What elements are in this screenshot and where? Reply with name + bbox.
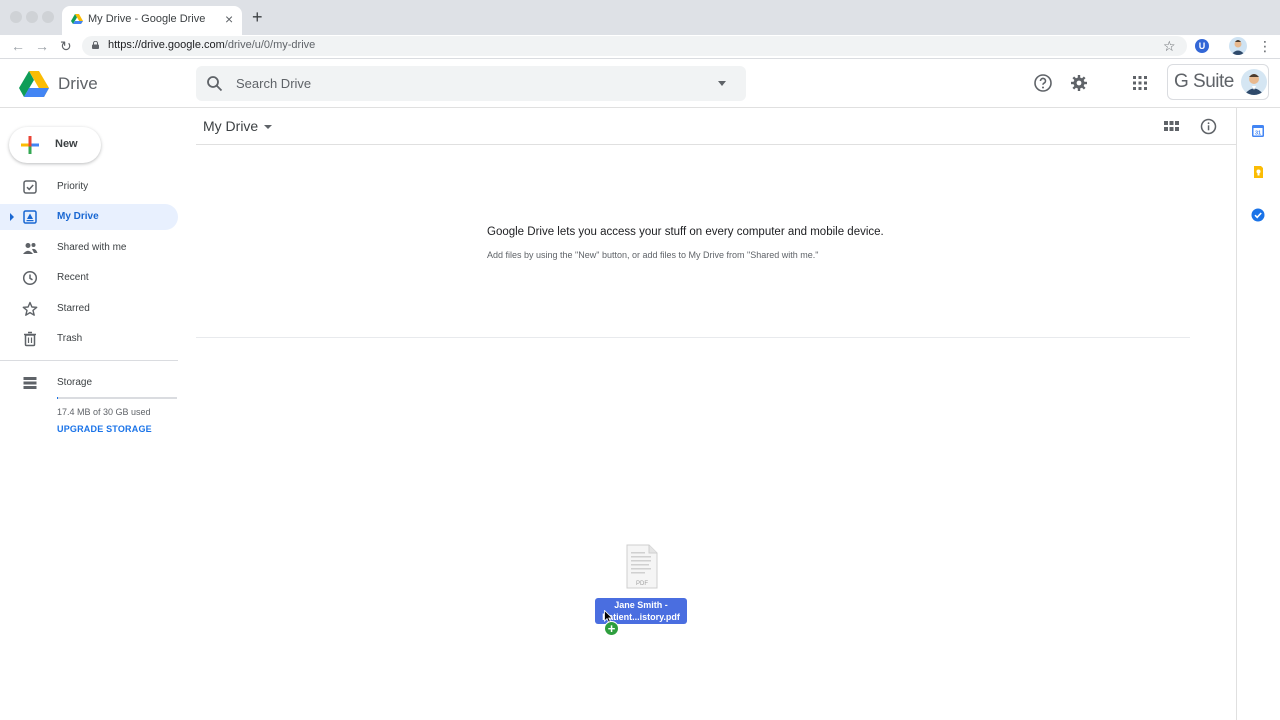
address-bar[interactable]: https://drive.google.com/drive/u/0/my-dr… xyxy=(82,36,1187,56)
sidebar-item-label: Recent xyxy=(57,272,89,283)
sidebar-item-label: Shared with me xyxy=(57,242,127,253)
browser-tab[interactable]: My Drive - Google Drive × xyxy=(62,6,242,35)
new-tab-button[interactable]: + xyxy=(252,8,263,26)
url-text: https://drive.google.com/drive/u/0/my-dr… xyxy=(108,39,315,51)
bookmark-star-icon[interactable]: ☆ xyxy=(1163,37,1176,55)
sidebar-item-label: Priority xyxy=(57,181,89,192)
sidebar-item-label: Trash xyxy=(57,333,83,344)
lock-icon xyxy=(92,41,99,49)
upgrade-storage-link[interactable]: UPGRADE STORAGE xyxy=(57,424,152,434)
expand-arrow-icon[interactable] xyxy=(10,213,14,221)
gsuite-label: G Suite xyxy=(1174,71,1234,92)
person-avatar-icon xyxy=(1231,40,1245,55)
forward-button[interactable]: → xyxy=(35,37,49,55)
sidebar-item-recent[interactable]: Recent xyxy=(0,265,178,291)
tab-title: My Drive - Google Drive xyxy=(88,13,206,25)
tasks-icon[interactable] xyxy=(1251,208,1265,222)
reload-button[interactable]: ↻ xyxy=(60,37,72,55)
copy-plus-badge-icon: + xyxy=(604,621,619,636)
app-name[interactable]: Drive xyxy=(58,74,98,94)
sidebar-item-trash[interactable]: Trash xyxy=(0,326,178,352)
info-icon[interactable] xyxy=(1200,118,1217,135)
tab-close-icon[interactable]: × xyxy=(225,11,233,27)
sidebar-item-label: My Drive xyxy=(57,211,99,222)
storage-used-text: 17.4 MB of 30 GB used xyxy=(57,407,151,417)
keep-icon[interactable] xyxy=(1251,165,1265,179)
breadcrumb-dropdown-icon[interactable] xyxy=(264,125,272,129)
trash-icon xyxy=(24,331,36,347)
account-avatar[interactable] xyxy=(1241,69,1267,95)
empty-state-title: Google Drive lets you access your stuff … xyxy=(487,226,884,238)
url-path: /drive/u/0/my-drive xyxy=(224,39,316,51)
star-icon xyxy=(22,301,38,316)
svg-text:31: 31 xyxy=(1255,130,1261,136)
drive-favicon-icon xyxy=(71,14,83,24)
priority-icon xyxy=(23,180,37,194)
browser-menu-icon[interactable]: ⋮ xyxy=(1258,37,1272,55)
apps-grid-icon[interactable] xyxy=(1130,73,1150,93)
window-minimize-control[interactable] xyxy=(26,11,38,23)
help-icon[interactable] xyxy=(1033,73,1053,93)
storage-icon xyxy=(23,377,37,389)
sidebar-divider xyxy=(0,360,178,361)
extension-button[interactable]: U xyxy=(1195,39,1209,53)
search-options-caret-icon[interactable] xyxy=(718,81,726,86)
search-input[interactable] xyxy=(236,66,706,101)
plus-icon xyxy=(21,136,39,154)
pdf-type-label: PDF xyxy=(636,581,648,587)
browser-toolbar: ← → ↻ https://drive.google.com/drive/u/0… xyxy=(0,35,1280,59)
new-button[interactable]: New xyxy=(9,127,101,163)
back-button[interactable]: ← xyxy=(11,37,25,55)
search-bar[interactable] xyxy=(196,66,746,101)
sidebar-item-label: Storage xyxy=(57,377,93,388)
url-host: https://drive.google.com xyxy=(108,39,225,51)
my-drive-icon xyxy=(23,210,37,224)
settings-gear-icon[interactable] xyxy=(1069,73,1089,93)
empty-state-subtitle: Add files by using the "New" button, or … xyxy=(487,250,819,260)
sidebar-item-label: Starred xyxy=(57,303,90,314)
drive-logo-icon[interactable] xyxy=(19,71,49,97)
calendar-icon[interactable]: 31 xyxy=(1251,124,1265,138)
new-button-label: New xyxy=(55,138,78,150)
side-panel-border xyxy=(1236,108,1237,720)
window-close-control[interactable] xyxy=(10,11,22,23)
sidebar-item-shared-with-me[interactable]: Shared with me xyxy=(0,235,178,261)
browser-profile-avatar[interactable] xyxy=(1229,37,1247,55)
shared-icon xyxy=(23,243,38,254)
drive-header: Drive G Suite xyxy=(0,59,1280,108)
storage-usage-bar xyxy=(57,397,177,399)
browser-tab-strip: My Drive - Google Drive × + xyxy=(0,0,1280,35)
sidebar-item-my-drive[interactable]: My Drive xyxy=(0,204,178,230)
person-avatar-icon xyxy=(1244,74,1264,95)
clock-icon xyxy=(22,270,38,286)
breadcrumb[interactable]: My Drive xyxy=(203,118,258,134)
storage-usage-fill xyxy=(57,397,59,399)
sidebar-item-storage[interactable]: Storage xyxy=(0,370,178,396)
empty-state-divider xyxy=(196,337,1190,338)
pdf-file-icon[interactable]: PDF xyxy=(623,544,659,590)
window-zoom-control[interactable] xyxy=(42,11,54,23)
grid-view-icon[interactable] xyxy=(1163,118,1180,135)
search-icon[interactable] xyxy=(206,75,223,92)
sidebar-item-priority[interactable]: Priority xyxy=(0,174,178,200)
sidebar-item-starred[interactable]: Starred xyxy=(0,296,178,322)
main-header-divider xyxy=(196,144,1236,145)
gsuite-account-button[interactable]: G Suite xyxy=(1167,64,1269,100)
